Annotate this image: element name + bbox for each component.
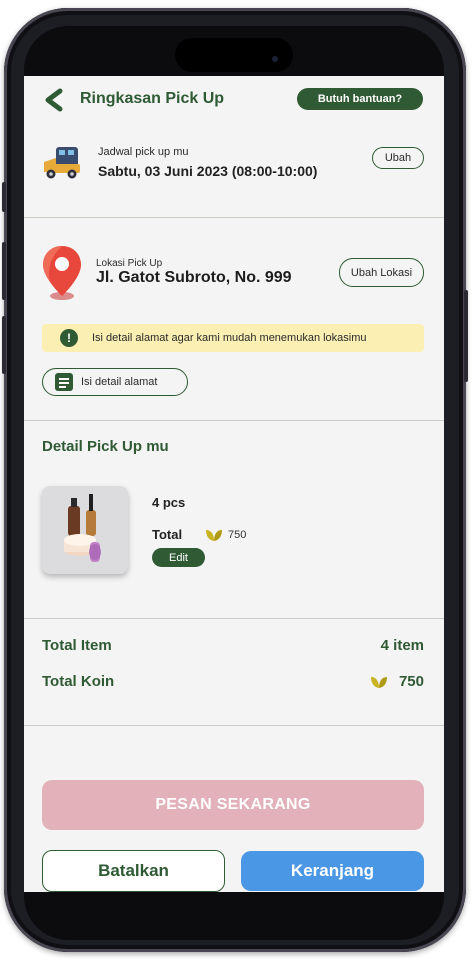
section-divider — [24, 618, 444, 619]
product-thumbnail — [42, 486, 128, 574]
side-button — [2, 316, 6, 374]
location-value: Jl. Gatot Subroto, No. 999 — [96, 269, 292, 286]
fill-address-button[interactable]: Isi detail alamat — [42, 368, 188, 396]
app-screen: Ringkasan Pick Up Butuh bantuan? Jadwal … — [24, 76, 444, 892]
side-button — [2, 182, 6, 212]
location-label: Lokasi Pick Up — [96, 258, 163, 269]
order-now-button[interactable]: PESAN SEKARANG — [42, 780, 424, 830]
cart-button[interactable]: Keranjang — [241, 851, 424, 891]
cancel-button[interactable]: Batalkan — [42, 850, 225, 892]
home-indicator-area — [24, 892, 444, 940]
document-icon — [55, 373, 73, 391]
address-notice-banner: ! Isi detail alamat agar kami mudah mene… — [42, 324, 424, 352]
section-divider — [24, 217, 444, 218]
notice-text: Isi detail alamat agar kami mudah menemu… — [92, 332, 367, 344]
section-divider — [24, 420, 444, 421]
edit-button[interactable]: Edit — [152, 548, 205, 567]
schedule-label: Jadwal pick up mu — [98, 146, 189, 158]
detail-total-label: Total — [152, 527, 183, 542]
change-location-button[interactable]: Ubah Lokasi — [339, 258, 424, 287]
quantity-text: 4 pcs — [152, 495, 186, 510]
truck-icon — [44, 147, 80, 179]
dynamic-island — [175, 38, 293, 72]
side-button — [2, 242, 6, 300]
detail-section-title: Detail Pick Up mu — [42, 438, 169, 455]
fill-address-label: Isi detail alamat — [81, 376, 158, 388]
back-arrow-icon[interactable] — [40, 88, 66, 112]
total-coin-value: 750 — [398, 673, 424, 690]
side-button — [464, 290, 468, 382]
help-button[interactable]: Butuh bantuan? — [297, 88, 423, 110]
cosmetics-image — [64, 494, 101, 562]
location-pin-icon — [43, 246, 81, 300]
total-coin-label: Total Koin — [42, 673, 115, 690]
total-item-value: 4 item — [380, 637, 424, 654]
coin-leaf-icon — [371, 677, 387, 688]
coin-leaf-icon — [206, 530, 222, 541]
camera-dot — [272, 56, 278, 62]
section-divider — [24, 725, 444, 726]
change-schedule-button[interactable]: Ubah — [372, 147, 424, 169]
exclamation-icon: ! — [60, 329, 78, 347]
detail-total-value: 750 — [228, 529, 247, 541]
page-title: Ringkasan Pick Up — [80, 90, 225, 107]
total-item-label: Total Item — [42, 637, 112, 654]
schedule-value: Sabtu, 03 Juni 2023 (08:00-10:00) — [98, 163, 318, 179]
